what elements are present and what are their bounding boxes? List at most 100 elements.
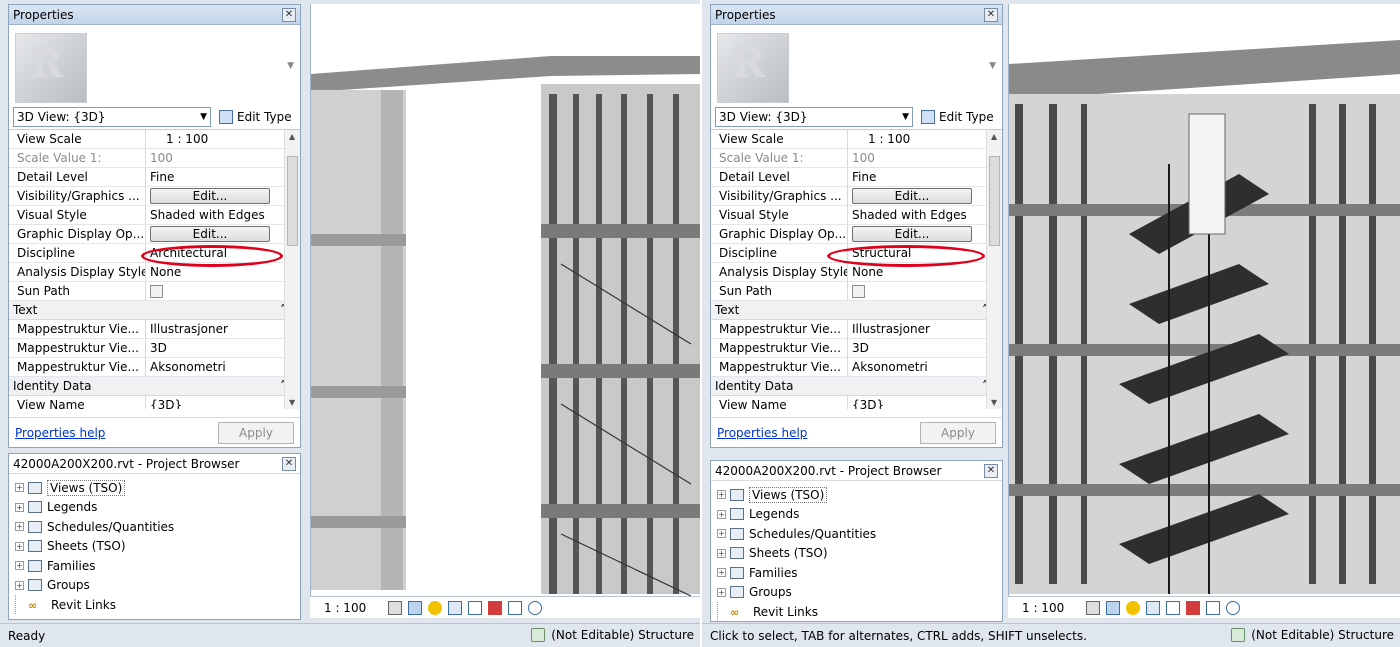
properties-help-link[interactable]: Properties help (717, 426, 807, 440)
expand-icon[interactable]: + (15, 483, 24, 493)
type-selector[interactable]: 3D View: {3D} ▼ (13, 107, 211, 127)
expand-icon[interactable]: + (717, 587, 726, 597)
property-value[interactable]: 1 : 100 (146, 130, 300, 148)
properties-scrollbar[interactable]: ▲ ▼ (986, 130, 1002, 409)
edit-type-button[interactable]: Edit Type (921, 110, 994, 124)
detail-level-icon[interactable] (1086, 600, 1101, 615)
workset-icon[interactable] (531, 628, 546, 642)
expand-icon[interactable]: + (717, 568, 726, 578)
tree-item-groups[interactable]: + Groups (717, 583, 1002, 603)
property-value[interactable]: Fine (848, 168, 1002, 186)
property-row-analysis-style[interactable]: Analysis Display Style None (9, 263, 300, 282)
property-value[interactable]: Illustrasjoner (848, 320, 1002, 338)
property-value[interactable]: 3D (848, 339, 1002, 357)
expand-icon[interactable]: + (717, 548, 726, 558)
expand-icon[interactable]: + (717, 529, 726, 539)
3d-viewport[interactable] (310, 4, 700, 596)
tree-item-sheets[interactable]: + Sheets (TSO) (15, 537, 300, 557)
tree-item-families[interactable]: + Families (717, 563, 1002, 583)
temporary-hide-icon[interactable] (1186, 600, 1201, 615)
expand-icon[interactable]: + (15, 522, 24, 532)
property-value[interactable]: Shaded with Edges (848, 206, 1002, 224)
apply-button[interactable]: Apply (920, 421, 996, 444)
analytical-model-icon[interactable] (528, 600, 543, 615)
tree-item-schedules[interactable]: + Schedules/Quantities (717, 524, 1002, 544)
dropdown-arrow-icon[interactable]: ▼ (989, 61, 996, 71)
edit-type-button[interactable]: Edit Type (219, 110, 292, 124)
expand-icon[interactable]: + (15, 561, 24, 571)
dropdown-arrow-icon[interactable]: ▼ (287, 61, 294, 71)
group-text[interactable]: Text ˄ (9, 301, 300, 320)
property-row-discipline[interactable]: Discipline Structural (711, 244, 1002, 263)
tree-item-legends[interactable]: + Legends (717, 505, 1002, 525)
property-row-view-scale[interactable]: View Scale 1 : 100 (711, 130, 1002, 149)
type-selector[interactable]: 3D View: {3D} ▼ (715, 107, 913, 127)
property-row-detail-level[interactable]: Detail Level Fine (711, 168, 1002, 187)
active-workset[interactable]: (Not Editable) Structure (551, 628, 694, 642)
property-row-view-name[interactable]: View Name {3D} (9, 396, 300, 409)
view-scale[interactable]: 1 : 100 (1022, 601, 1064, 615)
property-row-text-1[interactable]: Mappestruktur Vie... Illustrasjoner (711, 320, 1002, 339)
property-row-detail-level[interactable]: Detail Level Fine (9, 168, 300, 187)
property-row-discipline[interactable]: Discipline Architectural (9, 244, 300, 263)
active-workset[interactable]: (Not Editable) Structure (1251, 628, 1394, 642)
tree-item-legends[interactable]: + Legends (15, 498, 300, 518)
expand-icon[interactable]: + (15, 502, 24, 512)
expand-icon[interactable]: + (717, 490, 726, 500)
property-value[interactable]: None (146, 263, 300, 281)
property-value[interactable]: Aksonometri (146, 358, 300, 376)
property-value[interactable]: {3D} (146, 396, 300, 409)
property-value[interactable]: None (848, 263, 1002, 281)
property-value[interactable]: Illustrasjoner (146, 320, 300, 338)
checkbox-icon[interactable] (852, 284, 865, 298)
properties-scrollbar[interactable]: ▲ ▼ (284, 130, 300, 409)
property-row-text-3[interactable]: Mappestruktur Vie... Aksonometri (9, 358, 300, 377)
visibility-edit-button[interactable]: Edit... (852, 188, 972, 204)
property-row-visual-style[interactable]: Visual Style Shaded with Edges (711, 206, 1002, 225)
discipline-value[interactable]: Structural (848, 244, 1002, 262)
property-value[interactable]: 1 : 100 (848, 130, 1002, 148)
property-row-text-2[interactable]: Mappestruktur Vie... 3D (9, 339, 300, 358)
tree-item-families[interactable]: + Families (15, 556, 300, 576)
reveal-elements-icon[interactable] (1206, 600, 1221, 615)
tree-item-revit-links[interactable]: ∞ Revit Links (717, 602, 1002, 622)
view-scale[interactable]: 1 : 100 (324, 601, 366, 615)
visual-style-icon[interactable] (408, 600, 423, 615)
sun-path-icon[interactable] (1126, 600, 1141, 615)
property-row-visual-style[interactable]: Visual Style Shaded with Edges (9, 206, 300, 225)
detail-level-icon[interactable] (388, 600, 403, 615)
close-icon[interactable]: ✕ (282, 456, 296, 471)
tree-item-revit-links[interactable]: ∞ Revit Links (15, 595, 300, 615)
expand-icon[interactable]: + (15, 580, 24, 590)
property-value[interactable]: {3D} (848, 396, 1002, 409)
graphic-display-edit-button[interactable]: Edit... (852, 226, 972, 242)
reveal-elements-icon[interactable] (508, 600, 523, 615)
crop-region-icon[interactable] (1166, 600, 1181, 615)
sun-path-icon[interactable] (428, 600, 443, 615)
property-row-text-2[interactable]: Mappestruktur Vie... 3D (711, 339, 1002, 358)
properties-help-link[interactable]: Properties help (15, 426, 105, 440)
property-value[interactable]: Aksonometri (848, 358, 1002, 376)
close-icon[interactable]: ✕ (984, 463, 998, 478)
crop-region-icon[interactable] (468, 600, 483, 615)
tree-item-views[interactable]: + Views (TSO) (15, 478, 300, 498)
property-row-view-scale[interactable]: View Scale 1 : 100 (9, 130, 300, 149)
close-icon[interactable]: ✕ (282, 7, 296, 22)
close-icon[interactable]: ✕ (984, 7, 998, 22)
apply-button[interactable]: Apply (218, 421, 294, 444)
3d-viewport[interactable] (1008, 4, 1400, 596)
graphic-display-edit-button[interactable]: Edit... (150, 226, 270, 242)
property-value[interactable]: Fine (146, 168, 300, 186)
tree-item-groups[interactable]: + Groups (15, 576, 300, 596)
shadows-icon[interactable] (448, 600, 463, 615)
workset-icon[interactable] (1231, 628, 1246, 642)
expand-icon[interactable]: + (15, 541, 24, 551)
checkbox-icon[interactable] (150, 284, 163, 298)
group-text[interactable]: Text ˄ (711, 301, 1002, 320)
property-value[interactable]: 3D (146, 339, 300, 357)
expand-icon[interactable]: + (717, 509, 726, 519)
group-identity-data[interactable]: Identity Data ˄ (711, 377, 1002, 396)
group-identity-data[interactable]: Identity Data ˄ (9, 377, 300, 396)
temporary-hide-icon[interactable] (488, 600, 503, 615)
visibility-edit-button[interactable]: Edit... (150, 188, 270, 204)
